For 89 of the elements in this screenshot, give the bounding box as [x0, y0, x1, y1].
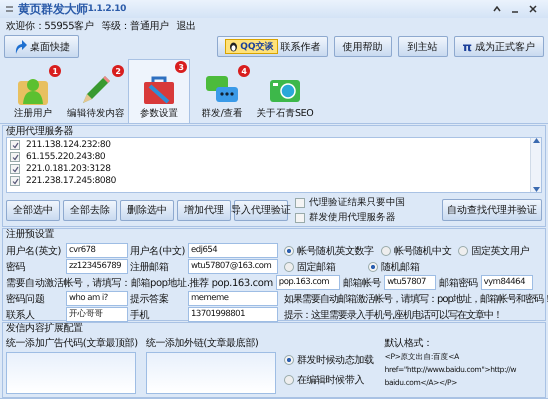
proxy-item[interactable]: 221.0.181.203:3128: [10, 163, 527, 175]
radio-button[interactable]: [284, 246, 294, 256]
proxy-button[interactable]: 全部去除: [63, 200, 117, 220]
format-title: 默认格式：: [384, 336, 434, 350]
checkbox-option[interactable]: 代理验证结果只要中国: [295, 196, 406, 209]
nav-tab[interactable]: 3 参数设置: [128, 59, 190, 123]
text-field[interactable]: wtu57807@163.com: [188, 259, 278, 274]
number-badge: 3: [175, 61, 187, 73]
checkbox[interactable]: [295, 212, 305, 222]
radio-option[interactable]: 固定英文用户: [458, 244, 530, 258]
version-text: 1.1.2.10: [88, 4, 126, 14]
scrollbar[interactable]: [530, 138, 541, 192]
text-field[interactable]: mememe: [188, 291, 278, 306]
field-label: 提示答案: [130, 292, 170, 306]
text-field[interactable]: edj654: [188, 243, 278, 258]
radio-option[interactable]: 随机邮箱: [368, 260, 420, 274]
field-label: 密码: [6, 260, 26, 274]
nav-tab[interactable]: 2 编辑待发内容: [65, 63, 127, 123]
radio-option[interactable]: 帐号随机中文: [380, 244, 452, 258]
radio-button[interactable]: [458, 246, 468, 256]
collapse-icon[interactable]: [493, 6, 501, 12]
radio-option[interactable]: 帐号随机英文数字: [284, 244, 374, 258]
proxy-item[interactable]: 61.155.220.243:80: [10, 151, 527, 163]
radio-option[interactable]: 固定邮箱: [284, 260, 336, 274]
field-label: 用户名(中文): [130, 244, 186, 258]
menu-icon[interactable]: [6, 6, 13, 12]
find-proxy-button[interactable]: 自动查找代理并验证: [442, 199, 542, 221]
hint-text: 提示：这里需要录入手机号,座机电话可以写在文章中！: [284, 308, 502, 322]
qq-chat-badge: QQ交谈: [225, 39, 278, 54]
field-label: 用户名(英文): [6, 244, 62, 258]
toolbar-button[interactable]: 到主站: [398, 36, 448, 57]
field-label: 注册邮箱: [130, 260, 170, 274]
proxy-item[interactable]: 211.138.124.232:80: [10, 139, 527, 151]
toolbar-button[interactable]: 使用帮助: [334, 36, 392, 57]
text-field[interactable]: 开心哥哥: [66, 307, 128, 322]
radio-option[interactable]: 群发时候动态加载: [284, 352, 374, 366]
number-badge: 4: [238, 65, 250, 77]
toolbar-button[interactable]: π 成为正式客户: [454, 36, 544, 57]
text-field[interactable]: pop.163.com: [276, 275, 340, 290]
field-label: 统一添加广告代码(文章最顶部): [6, 336, 138, 350]
text-field[interactable]: who am i?: [66, 291, 128, 306]
checkbox[interactable]: [10, 164, 20, 174]
user-info-text: 等级：普通用户: [101, 20, 169, 33]
user-info-text: 欢迎你：55955客户: [6, 20, 94, 33]
checkbox[interactable]: [10, 152, 20, 162]
proxy-button[interactable]: 删除选中: [120, 200, 174, 220]
penguin-icon: [229, 42, 238, 52]
nav-tab[interactable]: 关于石青SEO: [254, 63, 316, 123]
checkbox[interactable]: [295, 198, 305, 208]
field-label: 联系人: [6, 308, 36, 322]
scroll-up-icon[interactable]: [532, 138, 540, 143]
field-label: 密码问题: [6, 292, 46, 306]
group-title: 注册预设置: [6, 229, 54, 240]
checkbox[interactable]: [10, 140, 20, 150]
text-field[interactable]: zz123456789: [66, 259, 128, 274]
radio-button[interactable]: [368, 262, 378, 272]
radio-button[interactable]: [380, 246, 391, 256]
logout-link[interactable]: 退出: [176, 19, 196, 33]
contact-author-button[interactable]: QQ交谈 联系作者: [217, 36, 328, 57]
hint-text: 如果需要自动邮箱激活帐号，请填写：pop地址，邮箱帐号和密码！: [284, 292, 548, 306]
field-label: 统一添加外链(文章最底部): [146, 336, 260, 350]
group-title: 使用代理服务器: [6, 126, 74, 137]
nav-tab[interactable]: 1 注册用户: [2, 63, 64, 123]
text-field[interactable]: wtu57807: [384, 275, 436, 290]
proxy-button[interactable]: 增加代理: [177, 200, 231, 220]
proxy-item[interactable]: 221.238.17.245:8080: [10, 175, 527, 187]
nav-tab[interactable]: 4 群发/查看: [191, 63, 253, 123]
checkbox[interactable]: [10, 176, 20, 186]
scroll-down-icon[interactable]: [532, 187, 540, 192]
checkbox-option[interactable]: 群发使用代理服务器: [295, 211, 406, 224]
radio-option[interactable]: 在编辑时候带入: [284, 372, 374, 386]
radio-button[interactable]: [284, 374, 294, 384]
field-label: 手机: [130, 308, 150, 322]
field-label: 需要自动激活帐号，请填写：邮箱pop地址.推荐 pop.163.com: [6, 276, 273, 290]
close-icon[interactable]: [529, 5, 537, 13]
window-title: 黄页群发大师: [18, 0, 88, 18]
desktop-shortcut-button[interactable]: 桌面快捷: [4, 35, 79, 58]
text-field[interactable]: 13701998801: [188, 307, 278, 322]
text-field[interactable]: cvr678: [66, 243, 128, 258]
text-field[interactable]: vym84464: [480, 275, 533, 290]
radio-button[interactable]: [284, 354, 294, 364]
field-label: 邮箱帐号: [342, 276, 382, 290]
group-title: 发信内容扩展配置: [6, 323, 83, 334]
number-badge: 1: [49, 65, 61, 77]
radio-button[interactable]: [284, 262, 294, 272]
curved-arrow-icon: [13, 38, 27, 54]
number-badge: 2: [112, 65, 124, 77]
proxy-button[interactable]: 全部选中: [6, 200, 60, 220]
field-label: 邮箱密码: [439, 276, 478, 290]
